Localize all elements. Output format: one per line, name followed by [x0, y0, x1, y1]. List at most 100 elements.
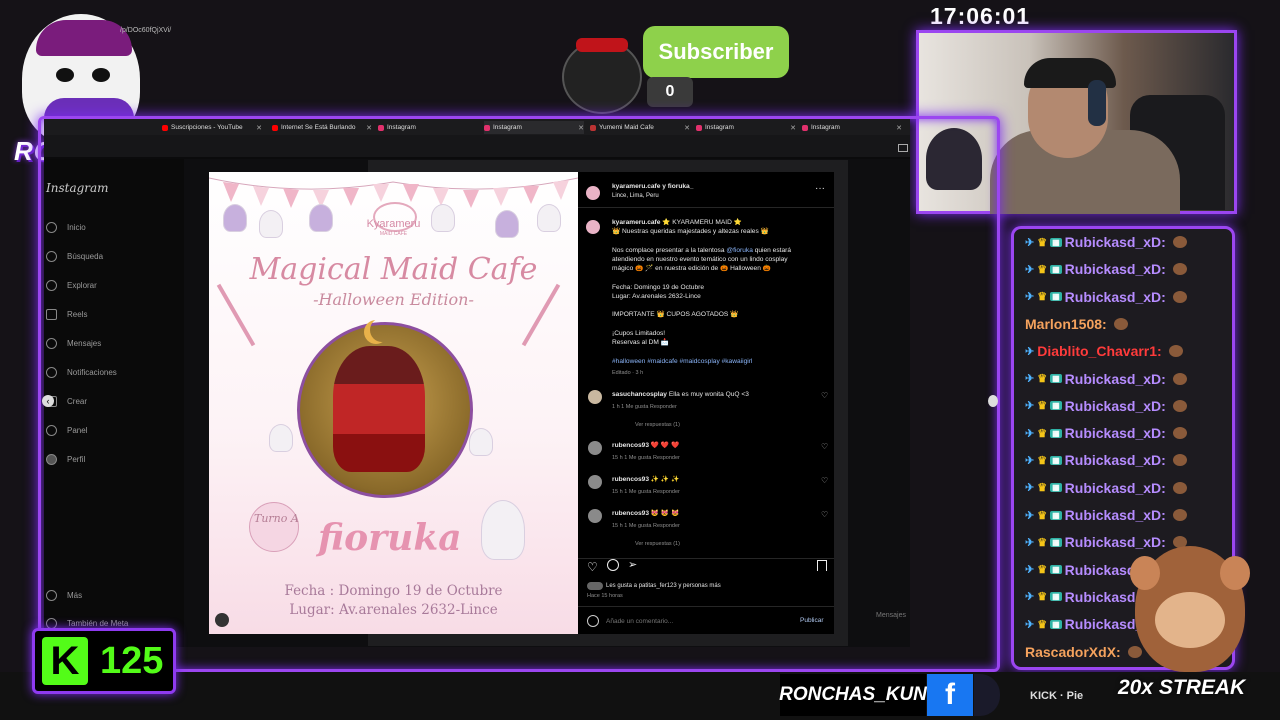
comment-4-meta[interactable]: 15 h 1 Me gusta Responder — [612, 522, 680, 531]
chat-username[interactable]: Rubickasd_xD: — [1065, 480, 1166, 496]
nav-mensajes[interactable]: Mensajes — [46, 338, 101, 349]
emoji-icon[interactable] — [587, 615, 599, 627]
nav-busqueda[interactable]: Búsqueda — [46, 251, 103, 262]
chat-username[interactable]: Rubickasd_xD: — [1065, 261, 1166, 277]
caption-lugar: Lugar: Av.arenales 2632-Lince — [612, 293, 701, 300]
mascot-eye-left — [56, 68, 74, 82]
caption-line-2: 👑 Nuestras queridas majestades y altezas… — [612, 228, 769, 235]
tab-instagram-4[interactable]: Instagram ✕ — [802, 121, 902, 134]
comment-like-heart-icon[interactable]: ♡ — [821, 476, 828, 485]
post-header-user[interactable]: kyarameru.cafe y fioruka_ — [612, 182, 693, 191]
chat-username[interactable]: Rubickasd_xD: — [1065, 452, 1166, 468]
tab-instagram-3[interactable]: Instagram ✕ — [696, 121, 796, 134]
chat-message: ✈ ♛ ▦ Rubickasd_xD: — [1025, 261, 1187, 277]
chat-username[interactable]: Marlon1508: — [1025, 316, 1107, 332]
poster-lugar: Lugar: Av.arenales 2632-Lince — [289, 602, 498, 618]
comment-2: rubencos93 ❤️ ❤️ ❤️ — [612, 442, 680, 449]
comment-avatar[interactable] — [588, 475, 602, 489]
nav-panel[interactable]: Panel — [46, 425, 87, 436]
comment-3-meta[interactable]: 15 h 1 Me gusta Responder — [612, 488, 680, 497]
rocket-badge-icon: ✈ — [1025, 591, 1035, 604]
close-icon[interactable]: ✕ — [790, 124, 796, 132]
comment-input[interactable] — [604, 613, 788, 629]
sub-badge-icon: ▦ — [1050, 455, 1062, 465]
mention-link[interactable]: @fioruka — [726, 247, 753, 254]
post-location[interactable]: Lince, Lima, Peru — [612, 192, 659, 201]
cast-icon[interactable] — [898, 144, 908, 152]
share-send-icon[interactable]: ➢ — [628, 558, 637, 571]
nav-reels[interactable]: Reels — [46, 309, 87, 320]
comment-2-meta[interactable]: 15 h 1 Me gusta Responder — [612, 454, 680, 463]
nav-perfil[interactable]: Perfil — [46, 454, 85, 465]
nav-inicio[interactable]: Inicio — [46, 222, 86, 233]
chat-username[interactable]: Rubickasd_xD: — [1065, 234, 1166, 250]
like-heart-icon[interactable]: ♡ — [587, 560, 598, 574]
chat-username[interactable]: Rubickasd_xD: — [1065, 398, 1166, 414]
likes-summary[interactable]: Les gusta a patitas_fer123 y personas má… — [606, 582, 721, 591]
comment-avatar[interactable] — [588, 390, 602, 404]
social-links-row: KICK · Pie — [1030, 690, 1084, 702]
url-text[interactable]: /p/DOc60fQjXVi/ — [120, 27, 171, 34]
caption-line-3: Nos complace presentar a la talentosa @f… — [612, 247, 792, 254]
sub-badge-icon: ▦ — [1050, 237, 1062, 247]
chat-username[interactable]: Rubickasd_xD: — [1065, 289, 1166, 305]
sub-badge-icon: ▦ — [1050, 264, 1062, 274]
emote-icon — [1172, 290, 1187, 303]
nav-notificaciones[interactable]: Notificaciones — [46, 367, 117, 378]
nav-mas[interactable]: Más — [46, 590, 82, 601]
crown-badge-icon: ♛ — [1037, 236, 1048, 249]
close-icon[interactable]: ✕ — [578, 124, 584, 132]
mascot-cap — [36, 20, 132, 56]
tab-youtube-subscriptions[interactable]: Suscripciones - YouTube ✕ — [162, 121, 262, 134]
tab-internet-burlando[interactable]: Internet Se Está Burlando ✕ — [272, 121, 372, 134]
next-post-arrow-icon[interactable] — [988, 395, 998, 407]
more-options-icon[interactable]: ··· — [815, 184, 825, 194]
crown-badge-icon: ♛ — [1037, 618, 1048, 631]
prev-post-arrow-icon[interactable]: ‹ — [42, 395, 54, 407]
chat-username[interactable]: Diablito_Chavarr1: — [1037, 343, 1161, 359]
messages-dock[interactable]: Mensajes — [876, 612, 906, 619]
crown-badge-icon: ♛ — [1037, 536, 1048, 549]
tab-instagram-active[interactable]: Instagram ✕ — [484, 121, 584, 134]
close-icon[interactable]: ✕ — [684, 124, 690, 132]
tab-instagram-1[interactable]: Instagram — [378, 121, 478, 134]
comment-like-heart-icon[interactable]: ♡ — [821, 510, 828, 519]
chat-username[interactable]: Rubickasd_xD: — [1065, 425, 1166, 441]
comment-1-meta[interactable]: 1 h 1 Me gusta Responder — [612, 403, 677, 412]
home-icon — [46, 222, 57, 233]
headset-icon — [1088, 80, 1106, 126]
close-icon[interactable]: ✕ — [366, 124, 372, 132]
comment-avatar[interactable] — [588, 509, 602, 523]
comment-1-replies[interactable]: Ver respuestas (1) — [635, 421, 680, 430]
comment-like-heart-icon[interactable]: ♡ — [821, 391, 828, 400]
chat-username[interactable]: Rubickasd_xD: — [1065, 534, 1166, 550]
chat-username[interactable]: RascadorXdX: — [1025, 644, 1121, 660]
comment-avatar[interactable] — [588, 441, 602, 455]
close-icon[interactable]: ✕ — [896, 124, 902, 132]
nav-explorar[interactable]: Explorar — [46, 280, 97, 291]
rocket-badge-icon: ✈ — [1025, 291, 1035, 304]
emote-icon — [1172, 399, 1187, 412]
emote-icon — [1113, 317, 1128, 330]
rocket-badge-icon: ✈ — [1025, 373, 1035, 385]
comment-bubble-icon[interactable] — [607, 559, 619, 571]
bookmark-icon[interactable] — [817, 560, 827, 571]
caption-avatar[interactable] — [586, 220, 600, 234]
instagram-logo[interactable]: Instagram — [46, 181, 109, 195]
rocket-badge-icon: ✈ — [1025, 564, 1035, 577]
author-avatar[interactable] — [586, 186, 600, 200]
rocket-badge-icon: ✈ — [1025, 345, 1035, 358]
chart-icon — [46, 425, 57, 436]
publish-button[interactable]: Publicar — [800, 616, 823, 625]
close-icon[interactable]: ✕ — [256, 124, 262, 132]
caption-hashtags[interactable]: #halloween #maidcafe #maidcosplay #kawai… — [612, 357, 752, 366]
address-bar[interactable] — [44, 135, 910, 157]
chat-username[interactable]: Rubickasd_xD: — [1065, 507, 1166, 523]
chat-username[interactable]: Rubickasd_xD: — [1065, 371, 1166, 387]
comment-4-replies[interactable]: Ver respuestas (1) — [635, 540, 680, 549]
tab-yumemi-maid-cafe[interactable]: Yumemi Maid Cafe ✕ — [590, 121, 690, 134]
crown-badge-icon: ♛ — [1037, 482, 1048, 495]
rocket-badge-icon: ✈ — [1025, 454, 1035, 467]
chat-message: ✈ ♛ ▦ Rubickasd_xD: — [1025, 234, 1187, 250]
comment-like-heart-icon[interactable]: ♡ — [821, 442, 828, 451]
